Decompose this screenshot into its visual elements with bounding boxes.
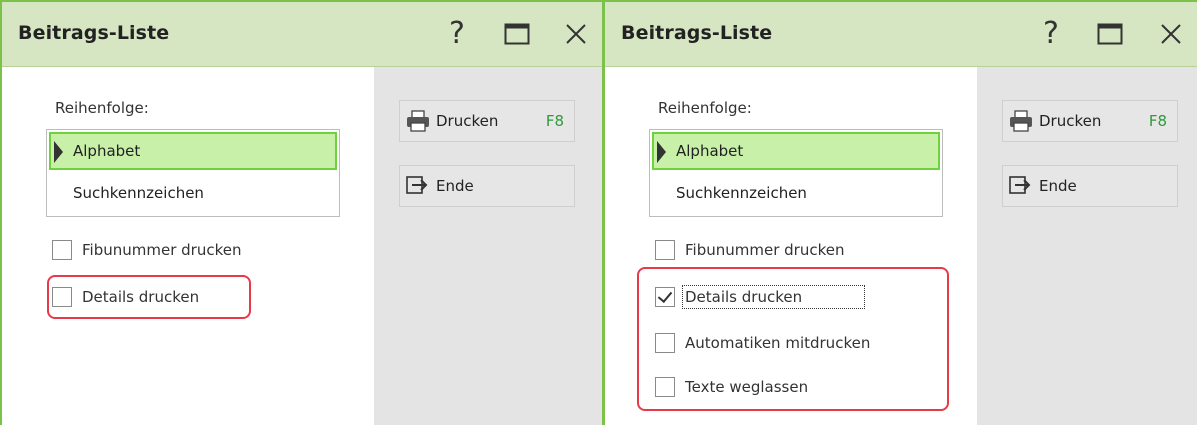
print-button[interactable]: Drucken F8 [399, 100, 575, 142]
list-item-label: Alphabet [676, 142, 744, 160]
print-shortcut: F8 [1148, 112, 1167, 130]
close-icon[interactable] [1153, 16, 1189, 52]
selection-marker-icon [54, 141, 63, 163]
maximize-icon[interactable] [1092, 16, 1128, 52]
list-item-suchkennzeichen[interactable]: Suchkennzeichen [650, 174, 942, 212]
checkbox-box[interactable] [52, 240, 72, 260]
button-pane: Drucken F8 Ende [977, 67, 1197, 425]
exit-icon [1009, 175, 1033, 197]
order-listbox[interactable]: Alphabet Suchkennzeichen [46, 129, 340, 217]
title-bar: Beitrags-Liste ? [2, 2, 602, 67]
beitrags-liste-window-after: Beitrags-Liste ? Reihenfolge: Alphabet S… [603, 0, 1197, 425]
end-button-label: Ende [436, 177, 474, 195]
checkbox-label: Fibunummer drucken [685, 241, 845, 259]
selection-marker-icon [657, 141, 666, 163]
window-title: Beitrags-Liste [621, 22, 773, 44]
list-item-label: Alphabet [73, 142, 141, 160]
list-item-alphabet[interactable]: Alphabet [652, 132, 940, 170]
help-icon[interactable]: ? [439, 16, 475, 52]
order-label: Reihenfolge: [55, 99, 149, 117]
exit-icon [406, 175, 430, 197]
list-item-suchkennzeichen[interactable]: Suchkennzeichen [47, 174, 339, 212]
options-pane: Reihenfolge: Alphabet Suchkennzeichen Fi… [605, 67, 977, 425]
printer-icon [406, 110, 430, 132]
checkbox-fibunummer[interactable]: Fibunummer drucken [52, 236, 241, 264]
window-title: Beitrags-Liste [18, 22, 170, 44]
end-button-label: Ende [1039, 177, 1077, 195]
end-button[interactable]: Ende [1002, 165, 1178, 207]
print-button[interactable]: Drucken F8 [1002, 100, 1178, 142]
beitrags-liste-window-before: Beitrags-Liste ? Reihenfolge: Alphabet S… [0, 0, 604, 425]
title-bar: Beitrags-Liste ? [605, 2, 1197, 67]
checkbox-label: Fibunummer drucken [82, 241, 242, 259]
list-item-label: Suchkennzeichen [676, 184, 807, 202]
checkbox-fibunummer[interactable]: Fibunummer drucken [655, 236, 844, 264]
list-item-alphabet[interactable]: Alphabet [49, 132, 337, 170]
maximize-icon[interactable] [499, 16, 535, 52]
print-button-label: Drucken [1039, 112, 1102, 130]
checkbox-box[interactable] [655, 240, 675, 260]
order-label: Reihenfolge: [658, 99, 752, 117]
help-icon[interactable]: ? [1033, 16, 1069, 52]
highlight-box [637, 267, 949, 411]
close-icon[interactable] [558, 16, 594, 52]
end-button[interactable]: Ende [399, 165, 575, 207]
highlight-box [47, 275, 251, 319]
print-shortcut: F8 [545, 112, 564, 130]
button-pane: Drucken F8 Ende [374, 67, 602, 425]
options-pane: Reihenfolge: Alphabet Suchkennzeichen Fi… [2, 67, 374, 425]
list-item-label: Suchkennzeichen [73, 184, 204, 202]
print-button-label: Drucken [436, 112, 499, 130]
order-listbox[interactable]: Alphabet Suchkennzeichen [649, 129, 943, 217]
printer-icon [1009, 110, 1033, 132]
